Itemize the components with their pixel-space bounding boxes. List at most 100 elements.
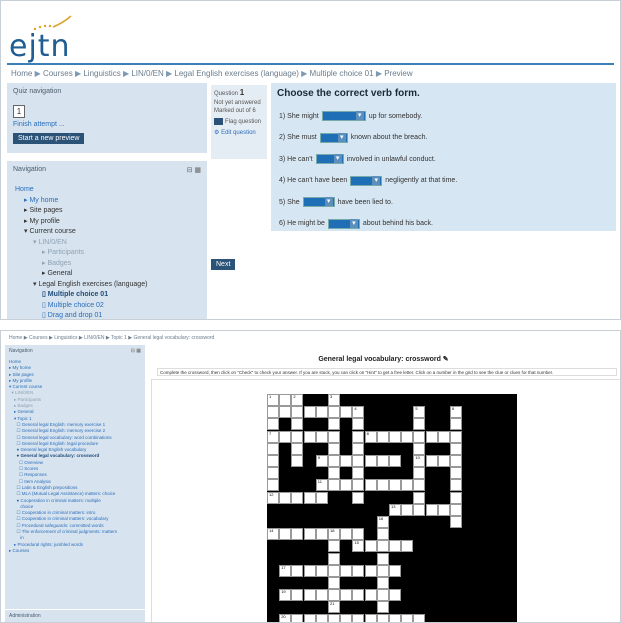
crossword-cell[interactable] [413, 430, 426, 443]
crossword-cell[interactable] [291, 491, 304, 504]
crossword-cell[interactable] [401, 613, 414, 622]
crossword-cell[interactable] [267, 467, 279, 480]
crossword-cell[interactable] [413, 418, 426, 431]
crossword-cell[interactable] [450, 467, 462, 480]
crossword-numbered-cell[interactable]: 13 [389, 503, 401, 516]
crossword-cell[interactable] [364, 540, 377, 553]
verb-form-select[interactable] [327, 218, 360, 229]
crossword-cell[interactable] [303, 613, 316, 622]
crossword-cell[interactable] [401, 503, 414, 516]
crossword-numbered-cell[interactable]: 14 [267, 528, 279, 541]
crossword-cell[interactable] [352, 589, 365, 602]
nav-item[interactable]: Home [15, 185, 147, 196]
crossword-numbered-cell[interactable]: 20 [279, 613, 292, 622]
crossword-cell[interactable] [450, 491, 462, 504]
crossword-cell[interactable] [352, 418, 365, 431]
crossword-cell[interactable] [303, 564, 316, 577]
crossword-cell[interactable] [291, 418, 304, 431]
breadcrumb-item[interactable]: Courses [43, 69, 73, 78]
crossword-cell[interactable] [303, 528, 316, 541]
crossword-numbered-cell[interactable]: 18 [328, 528, 340, 541]
breadcrumb-item[interactable]: Legal English exercises (language) [174, 69, 299, 78]
crossword-cell[interactable] [450, 503, 462, 516]
breadcrumb-item[interactable]: Linguistics [83, 69, 120, 78]
crossword-cell[interactable] [389, 430, 401, 443]
block-actions-icon[interactable]: ⊟ ▦ [131, 348, 141, 354]
crossword-cell[interactable] [328, 564, 340, 577]
crossword-cell[interactable] [291, 589, 304, 602]
crossword-cell[interactable] [450, 442, 462, 455]
crossword-cell[interactable] [389, 455, 401, 467]
crossword-cell[interactable] [352, 479, 365, 492]
crossword-cell[interactable] [267, 442, 279, 455]
crossword-numbered-cell[interactable]: 5 [413, 406, 426, 419]
crossword-cell[interactable] [267, 418, 279, 431]
nav-item[interactable]: ▸ My profile [15, 217, 147, 228]
crossword-cell[interactable] [279, 394, 292, 406]
crossword-numbered-cell[interactable]: 21 [328, 601, 340, 614]
crossword-cell[interactable] [376, 589, 389, 602]
crossword-cell[interactable] [352, 455, 365, 467]
nav-item[interactable]: ▸ Participants [15, 248, 147, 259]
crossword-numbered-cell[interactable]: 6 [450, 406, 462, 419]
crossword-cell[interactable] [425, 503, 438, 516]
edit-question-link[interactable]: ⚙ Edit question [214, 129, 264, 136]
crossword-cell[interactable] [352, 564, 365, 577]
crossword-cell[interactable] [413, 442, 426, 455]
nav-item[interactable]: ▸ Site pages [15, 206, 147, 217]
crossword-cell[interactable] [389, 540, 401, 553]
crossword-cell[interactable] [328, 430, 340, 443]
crossword-cell[interactable] [450, 430, 462, 443]
crossword-cell[interactable] [389, 589, 401, 602]
crossword-cell[interactable] [437, 455, 450, 467]
crossword-cell[interactable] [267, 406, 279, 419]
breadcrumb-item[interactable]: Multiple choice 01 [310, 69, 374, 78]
crossword-cell[interactable] [450, 479, 462, 492]
crossword-cell[interactable] [267, 479, 279, 492]
crossword-cell[interactable] [376, 577, 389, 589]
crossword-cell[interactable] [376, 552, 389, 565]
crossword-cell[interactable] [291, 528, 304, 541]
finish-attempt-link[interactable]: Finish attempt ... [13, 121, 65, 128]
crossword-cell[interactable] [279, 430, 292, 443]
verb-form-select[interactable] [302, 197, 335, 207]
crossword-cell[interactable] [328, 552, 340, 565]
crossword-cell[interactable] [328, 479, 340, 492]
nav-item[interactable]: ▾ LIN/0/EN [15, 238, 147, 249]
crossword-numbered-cell[interactable]: 17 [279, 564, 292, 577]
crossword-numbered-cell[interactable]: 15 [352, 540, 365, 553]
nav-item[interactable]: ▾ Legal English exercises (language) [15, 280, 147, 291]
crossword-cell[interactable] [376, 479, 389, 492]
nav-item[interactable]: ▸ General [15, 269, 147, 280]
administration-block[interactable]: Administration [5, 609, 145, 622]
crossword-cell[interactable] [413, 503, 426, 516]
crossword-cell[interactable] [401, 540, 414, 553]
crossword-cell[interactable] [352, 491, 365, 504]
crossword-cell[interactable] [376, 540, 389, 553]
crossword-cell[interactable] [340, 528, 353, 541]
crossword-cell[interactable] [413, 613, 426, 622]
crossword-cell[interactable] [267, 455, 279, 467]
crossword-cell[interactable] [352, 442, 365, 455]
crossword-cell[interactable] [364, 479, 377, 492]
crossword-cell[interactable] [389, 564, 401, 577]
crossword-cell[interactable] [291, 613, 304, 622]
crossword-cell[interactable] [340, 589, 353, 602]
crossword-cell[interactable] [352, 528, 365, 541]
next-button[interactable]: Next [211, 259, 236, 270]
crossword-numbered-cell[interactable]: 7 [267, 430, 279, 443]
crossword-cell[interactable] [413, 491, 426, 504]
crossword-cell[interactable] [328, 418, 340, 431]
crossword-cell[interactable] [291, 455, 304, 467]
crossword-numbered-cell[interactable]: 9 [315, 455, 328, 467]
nav-item[interactable]: ▸ Badges [15, 259, 147, 270]
block-actions-icon[interactable]: ⊟ ▦ [187, 166, 201, 174]
crossword-numbered-cell[interactable]: 10 [413, 455, 426, 467]
crossword-cell[interactable] [450, 516, 462, 528]
crossword-cell[interactable] [364, 613, 377, 622]
breadcrumb-item[interactable]: LIN/0/EN [131, 69, 163, 78]
crossword-cell[interactable] [437, 503, 450, 516]
crossword-cell[interactable] [328, 455, 340, 467]
crossword-cell[interactable] [376, 528, 389, 541]
crossword-cell[interactable] [340, 455, 353, 467]
